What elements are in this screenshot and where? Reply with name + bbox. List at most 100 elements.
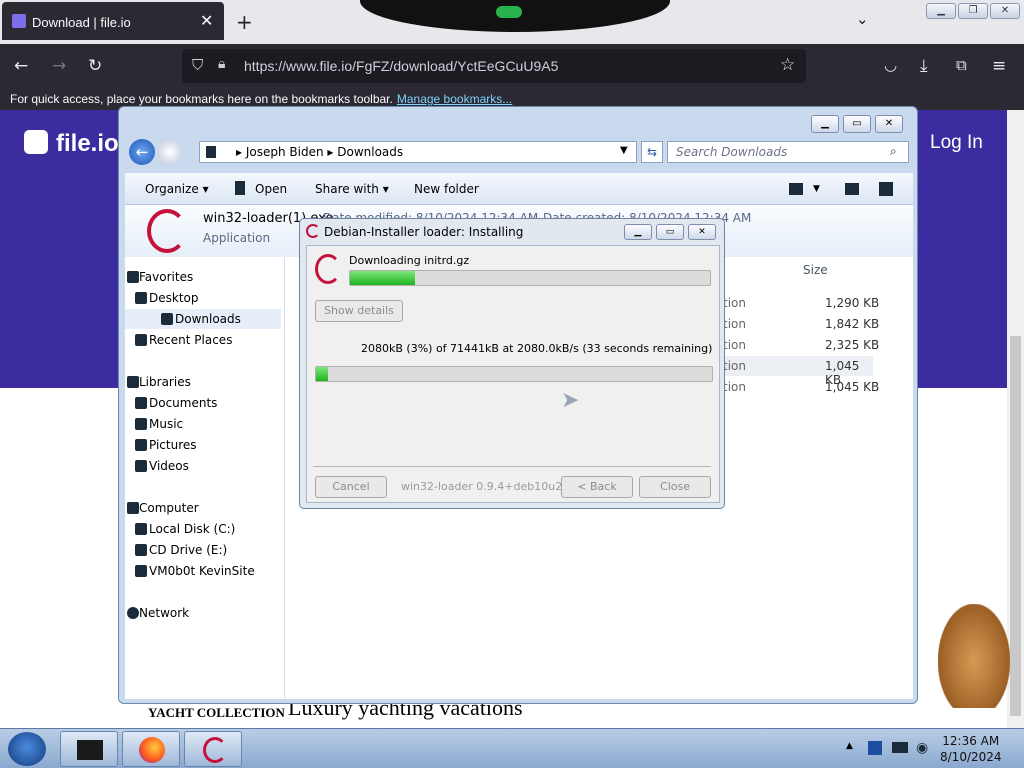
nav-network-share[interactable]: VM0b0t KevinSite bbox=[135, 561, 255, 581]
dialog-title: Debian-Installer loader: Installing bbox=[324, 225, 524, 239]
help-icon[interactable] bbox=[879, 182, 893, 196]
debian-taskbar-icon bbox=[203, 737, 227, 763]
dialog-close-button[interactable]: ✕ bbox=[688, 224, 716, 240]
preview-pane-icon[interactable] bbox=[845, 183, 859, 195]
nav-documents[interactable]: Documents bbox=[135, 393, 217, 413]
explorer-forward-icon[interactable] bbox=[157, 139, 183, 165]
downloads-icon[interactable]: ⤓ bbox=[920, 56, 928, 76]
folder-icon bbox=[206, 146, 216, 158]
explorer-maximize-button[interactable]: ▭ bbox=[843, 115, 871, 133]
start-button[interactable] bbox=[8, 732, 46, 766]
view-dropdown-icon[interactable]: ▼ bbox=[813, 184, 820, 194]
breadcrumb-downloads[interactable]: Downloads bbox=[337, 145, 403, 159]
dialog-minimize-button[interactable]: ▁ bbox=[624, 224, 652, 240]
system-clock[interactable]: 12:36 AM 8/10/2024 bbox=[940, 733, 1002, 765]
fileio-logo[interactable]: file.io bbox=[24, 130, 119, 158]
tray-app-icon[interactable] bbox=[868, 741, 882, 755]
debian-logo-icon bbox=[315, 254, 341, 284]
search-downloads-input[interactable]: Search Downloads ⌕ bbox=[667, 141, 909, 163]
nav-downloads[interactable]: Downloads bbox=[125, 309, 281, 329]
tab-download-fileio[interactable]: Download | file.io ✕ bbox=[2, 2, 224, 40]
open-button[interactable]: Open bbox=[255, 182, 287, 196]
nav-cd-drive[interactable]: CD Drive (E:) bbox=[135, 540, 227, 560]
explorer-close-button[interactable]: ✕ bbox=[875, 115, 903, 133]
breadcrumb-joseph-biden[interactable]: Joseph Biden bbox=[246, 145, 324, 159]
dialog-maximize-button[interactable]: ▭ bbox=[656, 224, 684, 240]
size-column-header[interactable]: Size bbox=[803, 263, 828, 277]
close-button[interactable]: Close bbox=[639, 476, 711, 498]
cd-drive-icon bbox=[135, 544, 147, 556]
volume-icon[interactable]: ◉ bbox=[916, 740, 928, 756]
address-bar[interactable]: ▸ Joseph Biden ▸ Downloads ▼ bbox=[199, 141, 637, 163]
menu-icon[interactable]: ≡ bbox=[992, 56, 1006, 76]
fileio-favicon-icon bbox=[12, 14, 26, 28]
explorer-taskbar-icon bbox=[77, 740, 103, 760]
browser-tab-bar: Download | file.io ✕ + ⌄ ▁ ❐ ✕ bbox=[0, 0, 1024, 44]
show-details-button[interactable]: Show details bbox=[315, 300, 403, 322]
new-folder-button[interactable]: New folder bbox=[414, 182, 479, 196]
network-globe-icon bbox=[127, 607, 139, 619]
installer-dialog: Debian-Installer loader: Installing ▁ ▭ … bbox=[299, 218, 725, 509]
manage-bookmarks-link[interactable]: Manage bookmarks... bbox=[397, 92, 512, 106]
download-status: Downloading initrd.gz bbox=[349, 254, 470, 267]
search-placeholder: Search Downloads bbox=[676, 145, 788, 159]
selected-file-type: Application bbox=[203, 231, 271, 245]
fileio-logo-icon bbox=[24, 130, 48, 154]
bookmark-star-icon[interactable]: ☆ bbox=[780, 55, 795, 75]
clock-date: 8/10/2024 bbox=[940, 750, 1002, 764]
table-row[interactable]: tion 1,045 KB bbox=[723, 356, 873, 387]
change-view-icon[interactable] bbox=[789, 183, 803, 195]
transfer-progress-bar bbox=[315, 366, 713, 382]
cancel-button[interactable]: Cancel bbox=[315, 476, 387, 498]
organize-button[interactable]: Organize ▾ bbox=[145, 182, 209, 196]
nav-videos[interactable]: Videos bbox=[135, 456, 189, 476]
url-text[interactable]: https://www.file.io/FgFZ/download/YctEeG… bbox=[244, 58, 558, 74]
taskbar-firefox[interactable] bbox=[122, 731, 180, 767]
cursor-arrow-icon: ➤ bbox=[561, 388, 580, 413]
shield-icon[interactable]: ⛉ bbox=[192, 56, 203, 74]
search-icon[interactable]: ⌕ bbox=[890, 144, 897, 159]
back-button[interactable]: < Back bbox=[561, 476, 633, 498]
lock-icon[interactable]: 🔒︎ bbox=[218, 56, 225, 72]
share-with-button[interactable]: Share with ▾ bbox=[315, 182, 389, 196]
nav-computer[interactable]: Computer bbox=[127, 498, 199, 518]
nav-recent-places[interactable]: Recent Places bbox=[135, 330, 232, 350]
list-tabs-chevron-icon[interactable]: ⌄ bbox=[856, 10, 869, 28]
show-hidden-icons-icon[interactable]: ▲ bbox=[846, 741, 853, 751]
url-bar[interactable]: ⛉ 🔒︎ https://www.file.io/FgFZ/download/Y… bbox=[182, 49, 806, 83]
nav-pictures[interactable]: Pictures bbox=[135, 435, 197, 455]
network-tray-icon[interactable] bbox=[892, 742, 908, 753]
login-link[interactable]: Log In bbox=[930, 132, 983, 154]
explorer-minimize-button[interactable]: ▁ bbox=[811, 115, 839, 133]
music-icon bbox=[135, 418, 147, 430]
network-drive-icon bbox=[135, 565, 147, 577]
new-tab-button[interactable]: + bbox=[236, 10, 253, 34]
nav-libraries[interactable]: Libraries bbox=[127, 372, 191, 392]
taskbar-explorer[interactable] bbox=[60, 731, 118, 767]
restore-button[interactable]: ❐ bbox=[958, 3, 988, 19]
nav-desktop[interactable]: Desktop bbox=[135, 288, 199, 308]
nav-local-disk[interactable]: Local Disk (C:) bbox=[135, 519, 235, 539]
transfer-progress-fill bbox=[316, 367, 328, 381]
reload-icon[interactable]: ↻ bbox=[88, 56, 102, 76]
refresh-icon[interactable]: ⇆ bbox=[641, 141, 663, 163]
extensions-icon[interactable]: ⧉ bbox=[956, 56, 967, 74]
desktop-icon bbox=[135, 292, 147, 304]
close-window-button[interactable]: ✕ bbox=[990, 3, 1020, 19]
transfer-status: 2080kB (3%) of 71441kB at 2080.0kB/s (33… bbox=[361, 342, 713, 355]
explorer-back-icon[interactable]: ← bbox=[129, 139, 155, 165]
minimize-button[interactable]: ▁ bbox=[926, 3, 956, 19]
debian-file-icon bbox=[147, 209, 187, 253]
installer-version: win32-loader 0.9.4+deb10u2 bbox=[401, 480, 563, 493]
close-tab-icon[interactable]: ✕ bbox=[200, 11, 213, 31]
scrollbar-thumb[interactable] bbox=[1010, 336, 1021, 716]
browser-nav-bar: ← → ↻ ⛉ 🔒︎ https://www.file.io/FgFZ/down… bbox=[0, 44, 1024, 88]
pocket-icon[interactable]: ◡ bbox=[884, 56, 897, 74]
address-dropdown-icon[interactable]: ▼ bbox=[620, 145, 628, 156]
nav-favorites[interactable]: Favorites bbox=[127, 267, 193, 287]
nav-network[interactable]: Network bbox=[127, 603, 189, 623]
taskbar-debian-installer[interactable] bbox=[184, 731, 242, 767]
forward-arrow-icon[interactable]: → bbox=[52, 56, 66, 76]
back-arrow-icon[interactable]: ← bbox=[14, 56, 28, 76]
nav-music[interactable]: Music bbox=[135, 414, 183, 434]
